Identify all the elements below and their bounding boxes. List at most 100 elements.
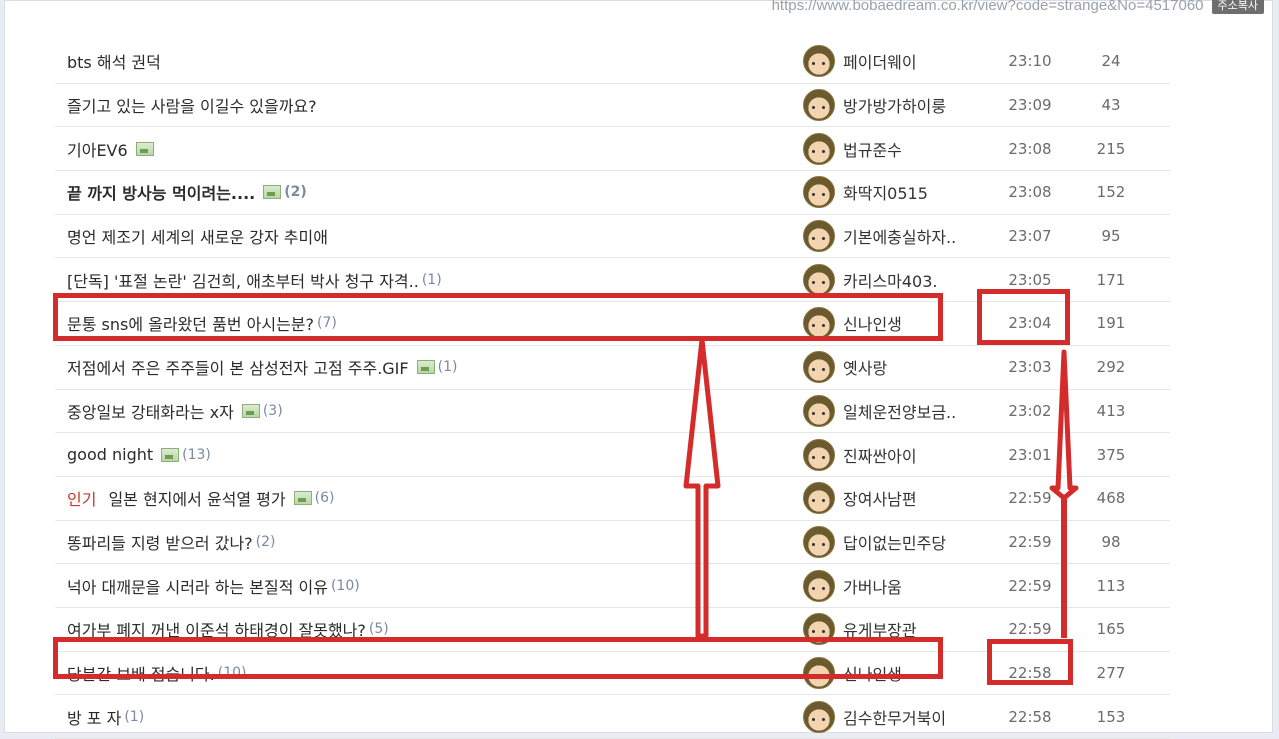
author-name[interactable]: 장여사남편 bbox=[843, 486, 917, 510]
view-count: 292 bbox=[1096, 358, 1126, 377]
image-attachment-icon bbox=[161, 447, 180, 462]
view-count: 43 bbox=[1101, 96, 1121, 115]
post-title-cell[interactable]: 명언 제조기 세계의 새로운 강자 추미애 bbox=[67, 215, 787, 258]
post-title[interactable]: bts 해석 권덕 bbox=[67, 49, 161, 73]
copy-url-button[interactable]: 주소복사 bbox=[1211, 0, 1264, 14]
comment-count: (10) bbox=[330, 577, 360, 594]
avatar-icon bbox=[803, 89, 835, 122]
author-cell[interactable]: 가버나움 bbox=[803, 564, 988, 607]
avatar-icon bbox=[803, 351, 835, 384]
comment-count: (2) bbox=[284, 184, 307, 201]
avatar-icon bbox=[803, 700, 835, 733]
view-count: 113 bbox=[1096, 576, 1126, 595]
comment-count: (1) bbox=[421, 271, 442, 288]
post-title-cell[interactable]: 즐기고 있는 사람을 이길수 있을까요? bbox=[67, 84, 787, 127]
view-count: 277 bbox=[1096, 663, 1126, 682]
avatar-icon bbox=[803, 394, 835, 427]
author-name[interactable]: 방가방가하이룽 bbox=[843, 93, 946, 117]
avatar-icon bbox=[803, 220, 835, 253]
post-title-cell[interactable]: 기아EV6 bbox=[67, 127, 787, 170]
post-title[interactable]: 즐기고 있는 사람을 이길수 있을까요? bbox=[67, 93, 317, 117]
author-name[interactable]: 일체운전양보금.. bbox=[843, 399, 956, 423]
table-row[interactable]: 인기 일본 현지에서 윤석열 평가 (6) 장여사남편 22:59 468 bbox=[55, 477, 1170, 521]
author-name[interactable]: 카리스마403. bbox=[843, 268, 938, 292]
post-title[interactable]: 중앙일보 강태화라는 x자 bbox=[67, 399, 234, 423]
post-time: 23:08 bbox=[1008, 139, 1052, 158]
post-time: 23:07 bbox=[1008, 227, 1052, 246]
image-attachment-icon bbox=[293, 491, 312, 506]
post-title[interactable]: good night bbox=[67, 445, 153, 464]
author-cell[interactable]: 답이없는민주당 bbox=[803, 521, 988, 564]
post-title[interactable]: [단독] '표절 논란' 김건희, 애초부터 박사 청구 자격.. bbox=[67, 268, 419, 292]
table-row[interactable]: 끝 까지 방사능 먹이려는.... (2) 화딱지0515 23:08 152 bbox=[55, 171, 1170, 215]
view-count: 98 bbox=[1101, 532, 1121, 551]
post-title[interactable]: 일본 현지에서 윤석열 평가 bbox=[108, 486, 285, 510]
comment-count: (3) bbox=[262, 402, 283, 419]
post-title[interactable]: 저점에서 주은 주주들이 본 삼성전자 고점 주주.GIF bbox=[67, 355, 409, 379]
author-name[interactable]: 법규준수 bbox=[843, 137, 902, 161]
comment-count: (13) bbox=[182, 446, 211, 463]
table-row[interactable]: good night (13) 진짜싼아이 23:01 375 bbox=[55, 433, 1170, 477]
author-cell[interactable]: 장여사남편 bbox=[803, 477, 988, 520]
author-cell[interactable]: 페이더웨이 bbox=[803, 40, 988, 83]
author-cell[interactable]: 김수한무거북이 bbox=[803, 695, 988, 738]
post-title-cell[interactable]: bts 해석 권덕 bbox=[67, 40, 787, 83]
post-title[interactable]: 명언 제조기 세계의 새로운 강자 추미애 bbox=[67, 224, 328, 248]
author-name[interactable]: 기본에충실하자.. bbox=[843, 224, 956, 248]
post-title[interactable]: 끝 까지 방사능 먹이려는.... bbox=[67, 180, 255, 204]
view-count: 152 bbox=[1096, 183, 1126, 202]
image-attachment-icon bbox=[135, 141, 154, 156]
table-row[interactable]: 방 포 자 (1) 김수한무거북이 22:58 153 bbox=[55, 695, 1170, 739]
table-row[interactable]: 똥파리들 지령 받으러 갔나? (2) 답이없는민주당 22:59 98 bbox=[55, 521, 1170, 565]
author-name[interactable]: 진짜싼아이 bbox=[843, 443, 917, 467]
author-name[interactable]: 가버나움 bbox=[843, 574, 902, 598]
author-name[interactable]: 김수한무거북이 bbox=[843, 705, 946, 729]
post-list: bts 해석 권덕 페이더웨이 23:10 24 즐기고 있는 사람을 이길수 있을까요… bbox=[55, 40, 1170, 739]
view-count: 375 bbox=[1096, 445, 1126, 464]
post-title[interactable]: 똥파리들 지령 받으러 갔나? bbox=[67, 530, 253, 554]
table-row[interactable]: 기아EV6 법규준수 23:08 215 bbox=[55, 127, 1170, 172]
view-count: 191 bbox=[1096, 314, 1126, 333]
post-title[interactable]: 기아EV6 bbox=[67, 137, 128, 161]
author-cell[interactable]: 방가방가하이룽 bbox=[803, 84, 988, 127]
table-row[interactable]: 즐기고 있는 사람을 이길수 있을까요? 방가방가하이룽 23:09 43 bbox=[55, 84, 1170, 128]
url-bar: https://www.bobaedream.co.kr/view?code=s… bbox=[772, 0, 1264, 15]
avatar-icon bbox=[803, 482, 835, 515]
avatar-icon bbox=[803, 525, 835, 558]
view-count: 171 bbox=[1096, 270, 1126, 289]
post-title-cell[interactable]: 끝 까지 방사능 먹이려는.... (2) bbox=[67, 171, 787, 214]
author-name[interactable]: 답이없는민주당 bbox=[843, 530, 946, 554]
table-row[interactable]: 명언 제조기 세계의 새로운 강자 추미애 기본에충실하자.. 23:07 95 bbox=[55, 215, 1170, 259]
comment-count: (1) bbox=[124, 708, 145, 725]
highlight-box-title-1 bbox=[53, 293, 943, 341]
post-title-cell[interactable]: 방 포 자 (1) bbox=[67, 695, 787, 738]
view-count: 468 bbox=[1096, 489, 1126, 508]
post-time: 23:10 bbox=[1008, 52, 1052, 71]
author-name[interactable]: 옛사랑 bbox=[843, 355, 887, 379]
url-text[interactable]: https://www.bobaedream.co.kr/view?code=s… bbox=[772, 0, 1204, 14]
table-row[interactable]: 중앙일보 강태화라는 x자 (3) 일체운전양보금.. 23:02 413 bbox=[55, 390, 1170, 434]
author-cell[interactable]: 기본에충실하자.. bbox=[803, 215, 988, 258]
comment-count: (5) bbox=[368, 621, 389, 638]
author-cell[interactable]: 옛사랑 bbox=[803, 346, 988, 389]
highlight-box-title-2 bbox=[53, 637, 943, 679]
post-time: 23:09 bbox=[1008, 96, 1052, 115]
author-cell[interactable]: 법규준수 bbox=[803, 127, 988, 170]
post-time: 23:08 bbox=[1008, 183, 1052, 202]
author-cell[interactable]: 진짜싼아이 bbox=[803, 433, 988, 476]
view-count: 153 bbox=[1096, 707, 1126, 726]
author-name[interactable]: 페이더웨이 bbox=[843, 49, 917, 73]
table-row[interactable]: 저점에서 주은 주주들이 본 삼성전자 고점 주주.GIF (1) 옛사랑 23:03… bbox=[55, 346, 1170, 390]
author-cell[interactable]: 일체운전양보금.. bbox=[803, 390, 988, 433]
post-title[interactable]: 넉아 대깨문을 시러라 하는 본질적 이유 bbox=[67, 574, 328, 598]
post-title[interactable]: 방 포 자 bbox=[67, 705, 121, 729]
view-count: 24 bbox=[1101, 52, 1121, 71]
comment-count: (2) bbox=[255, 533, 276, 550]
avatar-icon bbox=[803, 438, 835, 471]
table-row[interactable]: bts 해석 권덕 페이더웨이 23:10 24 bbox=[55, 40, 1170, 84]
author-name[interactable]: 화딱지0515 bbox=[843, 180, 928, 204]
avatar-icon bbox=[803, 176, 835, 209]
table-row[interactable]: 넉아 대깨문을 시러라 하는 본질적 이유 (10) 가버나움 22:59 113 bbox=[55, 564, 1170, 608]
author-cell[interactable]: 화딱지0515 bbox=[803, 171, 988, 214]
arrow-up-left bbox=[683, 338, 721, 638]
